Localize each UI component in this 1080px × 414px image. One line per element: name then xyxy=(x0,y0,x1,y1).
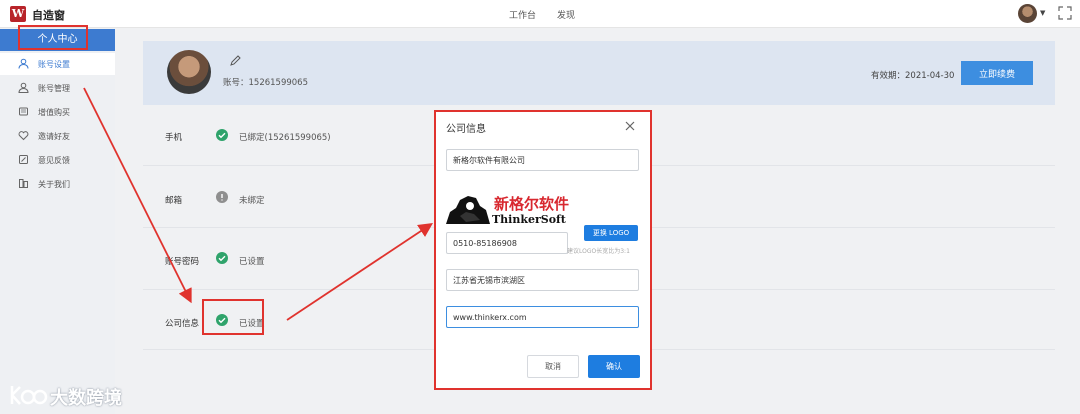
heart-icon xyxy=(18,131,29,141)
company-info-dialog: 公司信息 新格尔软件 ThinkerSoft 更换 LOGO 建议LOGO长宽比… xyxy=(434,110,652,390)
sidebar-item-account-management[interactable]: 账号管理 xyxy=(0,77,115,99)
info-icon xyxy=(19,179,28,188)
logo-en-text: ThinkerSoft xyxy=(492,213,567,226)
row-value-email: 未绑定 xyxy=(239,196,265,206)
row-value-phone: 已绑定(15261599065) xyxy=(239,133,331,143)
chevron-down-icon[interactable]: ▼ xyxy=(1040,9,1045,17)
sidebar-item-label: 关于我们 xyxy=(38,180,70,189)
user-avatar[interactable] xyxy=(1018,4,1037,23)
watermark-text: 大数跨境 xyxy=(50,388,122,409)
sidebar-item-about[interactable]: 关于我们 xyxy=(0,173,115,195)
sidebar-item-feedback[interactable]: 意见反馈 xyxy=(0,149,115,171)
sidebar-item-account-settings[interactable]: 账号设置 xyxy=(0,53,115,75)
row-label-company: 公司信息 xyxy=(165,319,200,329)
row-label-password: 账号密码 xyxy=(165,257,200,267)
dialog-title: 公司信息 xyxy=(446,124,486,135)
sidebar-item-label: 账号设置 xyxy=(38,60,70,69)
website-input[interactable] xyxy=(446,306,639,328)
top-bar: W 自造窗 工作台 发现 ▼ xyxy=(0,0,1080,28)
watermark-logo-icon xyxy=(10,386,48,405)
sidebar-item-invite[interactable]: 邀请好友 xyxy=(0,125,115,147)
sidebar-item-label: 增值购买 xyxy=(38,108,70,117)
sidebar-item-label: 意见反馈 xyxy=(38,156,70,165)
fullscreen-icon[interactable] xyxy=(1058,6,1072,20)
watermark: 大数跨境 xyxy=(8,382,158,409)
renew-button[interactable]: 立即续费 xyxy=(961,61,1033,85)
logo-hint: 建议LOGO长宽比为3:1 xyxy=(567,248,630,255)
phone-input[interactable] xyxy=(446,232,568,254)
annotation-box xyxy=(18,25,88,50)
nav-workbench[interactable]: 工作台 xyxy=(509,8,536,21)
row-label-email: 邮箱 xyxy=(165,196,183,206)
profile-avatar[interactable] xyxy=(167,50,211,94)
company-name-input[interactable] xyxy=(446,149,639,171)
cancel-button[interactable]: 取消 xyxy=(527,355,579,378)
sidebar-item-label: 账号管理 xyxy=(38,84,70,93)
user-icon xyxy=(18,58,29,69)
feedback-icon xyxy=(19,155,28,164)
account-number: 账号：15261599065 xyxy=(223,78,308,88)
change-logo-button[interactable]: 更换 LOGO xyxy=(584,225,638,241)
sidebar: 个人中心 账号设置 账号管理 增值购买 邀请好友 意见反馈 关于我们 xyxy=(0,25,115,414)
logo-cn-text: 新格尔软件 xyxy=(494,195,569,213)
nav-discover[interactable]: 发现 xyxy=(557,8,575,21)
sidebar-item-label: 邀请好友 xyxy=(38,132,70,141)
users-icon xyxy=(18,82,29,93)
row-label-phone: 手机 xyxy=(165,133,183,143)
company-logo: 新格尔软件 ThinkerSoft xyxy=(446,195,569,226)
close-icon[interactable] xyxy=(624,120,636,132)
row-value-password: 已设置 xyxy=(239,257,265,267)
address-input[interactable] xyxy=(446,269,639,291)
check-circle-icon xyxy=(216,129,228,141)
pencil-icon[interactable] xyxy=(229,55,241,67)
annotation-box xyxy=(202,299,264,335)
app-name: 自造窗 xyxy=(32,9,65,22)
profile-card: 账号：15261599065 有效期：2021-04-30 立即续费 xyxy=(143,41,1055,105)
cart-icon xyxy=(19,107,28,116)
info-circle-icon xyxy=(216,191,228,203)
confirm-button[interactable]: 确认 xyxy=(588,355,640,378)
expiry-date: 有效期：2021-04-30 xyxy=(871,71,955,81)
check-circle-icon xyxy=(216,252,228,264)
sidebar-item-value-added[interactable]: 增值购买 xyxy=(0,101,115,123)
app-logo[interactable]: W xyxy=(10,6,26,22)
